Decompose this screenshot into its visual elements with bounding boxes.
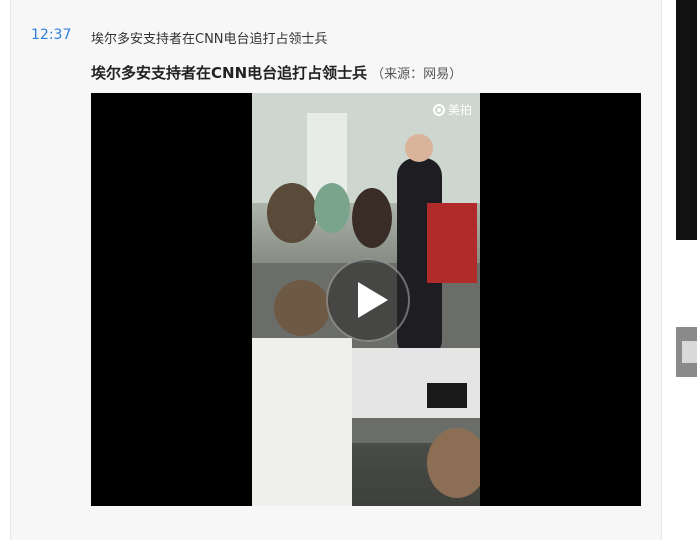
person-red-shirt [427, 203, 477, 283]
man-white-shirt [252, 338, 352, 506]
crowd-person-3 [352, 188, 392, 248]
news-feed-panel: 12:37 埃尔多安支持者在CNN电台追打占领士兵 埃尔多安支持者在CNN电台追… [10, 0, 662, 540]
news-time: 12:37 [31, 27, 72, 43]
keyboard [427, 383, 467, 408]
crowd-person-1 [267, 183, 317, 243]
man-white-shirt-head [274, 280, 330, 336]
video-watermark: 美拍 [432, 101, 472, 118]
video-player[interactable]: 美拍 [91, 93, 641, 506]
story-source: （来源：网易） [371, 67, 463, 82]
play-icon [326, 258, 410, 342]
man-head [405, 134, 433, 162]
play-button[interactable] [326, 258, 410, 342]
watermark-text: 美拍 [447, 103, 472, 117]
side-tab-icon [682, 341, 697, 363]
meipai-icon [432, 103, 445, 116]
side-tab[interactable] [676, 327, 697, 377]
story-title-text: 埃尔多安支持者在CNN电台追打占领士兵 [91, 64, 368, 82]
story-title: 埃尔多安支持者在CNN电台追打占领士兵 （来源：网易） [91, 62, 462, 83]
crowd-person-2 [314, 183, 350, 233]
side-ad-block [676, 0, 697, 240]
news-headline-link[interactable]: 埃尔多安支持者在CNN电台追打占领士兵 [91, 28, 328, 47]
